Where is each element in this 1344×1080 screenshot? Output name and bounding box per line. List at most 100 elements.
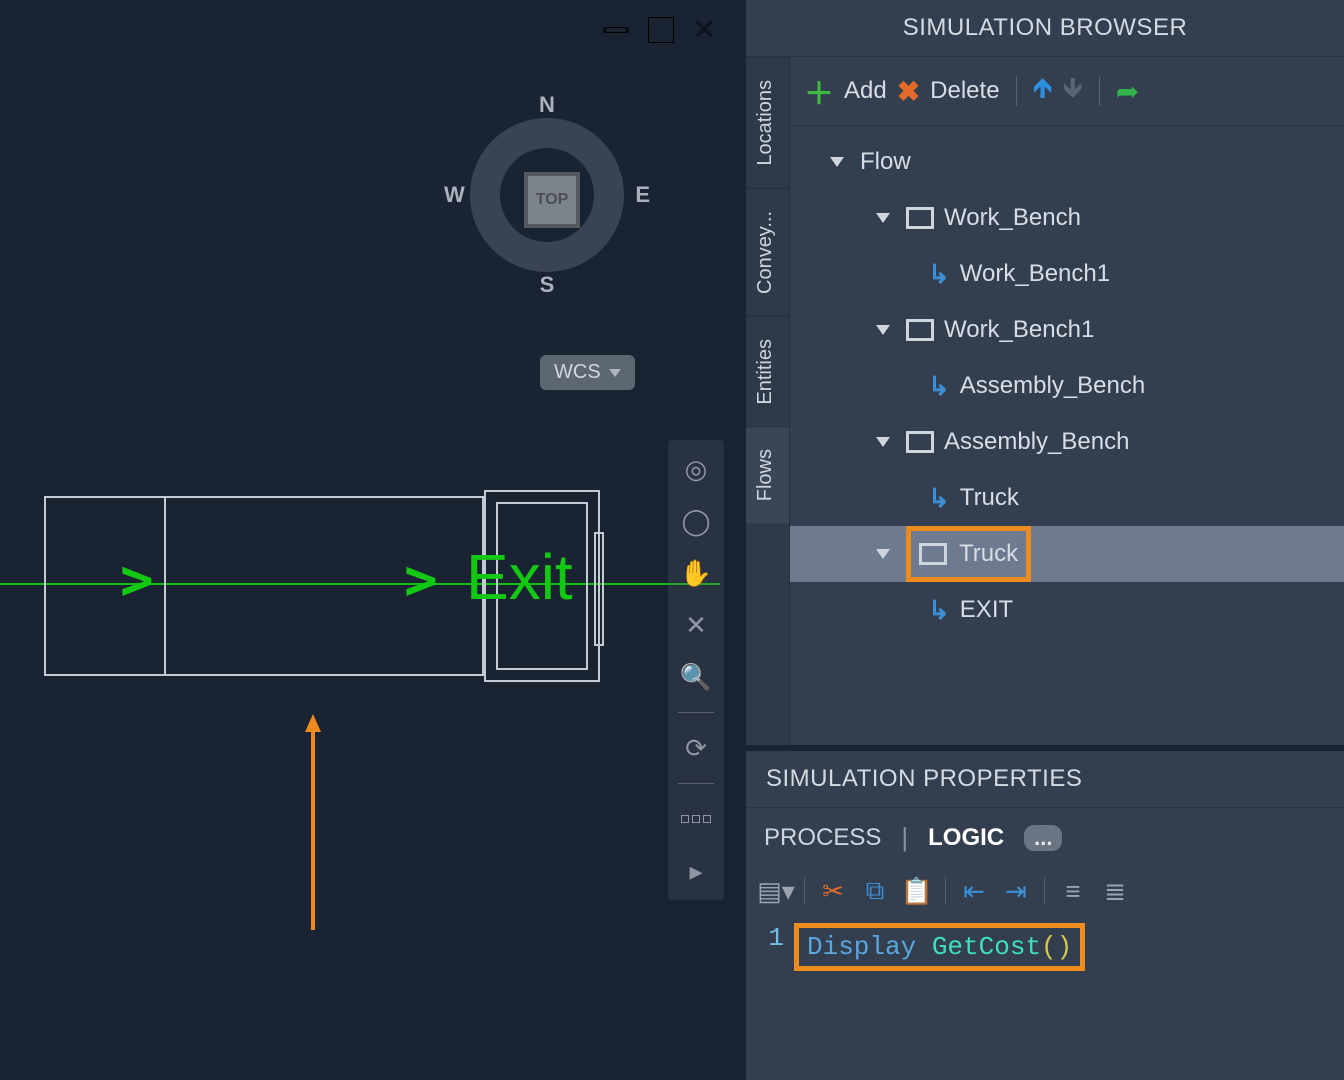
route-icon: ↳ <box>928 483 950 514</box>
tab-flows[interactable]: Flows <box>746 426 789 523</box>
align-right-icon[interactable]: ≣ <box>1101 877 1129 905</box>
compass-w[interactable]: W <box>444 182 465 208</box>
code-keyword: Display <box>807 932 916 962</box>
more-button[interactable]: ... <box>1024 825 1062 851</box>
snippets-icon[interactable]: ▤▾ <box>762 877 790 905</box>
add-button[interactable]: Add <box>844 77 887 105</box>
tree-label: Flow <box>860 148 911 176</box>
chevron-down-icon <box>609 369 621 377</box>
tab-locations[interactable]: Locations <box>746 57 789 188</box>
tree-sub-truck[interactable]: ↳ Truck <box>790 470 1344 526</box>
plus-icon: ＋ <box>804 69 834 113</box>
view-cube[interactable]: TOP N S W E <box>442 90 652 300</box>
view-top-button[interactable]: TOP <box>524 172 580 228</box>
delete-button[interactable]: Delete <box>930 77 999 105</box>
browser-toolbar: ＋ Add ✖ Delete 🡹 🡻 ➦ <box>790 57 1344 126</box>
tree-node-workbench[interactable]: Work_Bench <box>790 190 1344 246</box>
expander-icon[interactable] <box>830 157 844 167</box>
tree-label: Work_Bench <box>944 204 1081 232</box>
route-icon: ↳ <box>928 371 950 402</box>
pan-icon[interactable]: ✋ <box>677 554 715 592</box>
tree-label: EXIT <box>960 596 1013 624</box>
tree-label: Truck <box>960 484 1019 512</box>
right-panel: SIMULATION BROWSER Locations Convey... E… <box>744 0 1344 1080</box>
code-editor[interactable]: 1 Display GetCost() <box>746 915 1344 991</box>
editor-toolbar: ▤▾ ✂ ⧉ 📋 ⇤ ⇥ ≡ ≣ <box>746 867 1344 915</box>
orbit-constrained-icon[interactable]: ◎ <box>677 450 715 488</box>
paste-icon[interactable]: 📋 <box>903 877 931 905</box>
compass-e[interactable]: E <box>635 182 650 208</box>
compass-s[interactable]: S <box>540 272 555 298</box>
route-icon: ↳ <box>928 259 950 290</box>
tree-sub-exit[interactable]: ↳ EXIT <box>790 582 1344 638</box>
align-left-icon[interactable]: ≡ <box>1059 877 1087 905</box>
location-icon <box>919 543 947 565</box>
flow-tree[interactable]: Flow Work_Bench ↳ Work_Bench1 Work_Bench… <box>790 126 1344 745</box>
location-icon <box>906 207 934 229</box>
grid-icon[interactable] <box>677 800 715 838</box>
browser-content: ＋ Add ✖ Delete 🡹 🡻 ➦ Flow Work_Bench <box>790 57 1344 745</box>
line-number: 1 <box>760 923 784 971</box>
tree-sub-assembly[interactable]: ↳ Assembly_Bench <box>790 358 1344 414</box>
move-down-button[interactable]: 🡻 <box>1063 67 1083 115</box>
tab-entities[interactable]: Entities <box>746 316 789 427</box>
separator <box>804 877 805 905</box>
tree-label: Truck <box>959 540 1018 568</box>
indent-icon[interactable]: ⇥ <box>1002 877 1030 905</box>
properties-tabs: PROCESS | LOGIC ... <box>746 808 1344 867</box>
separator: | <box>901 822 908 853</box>
expander-icon[interactable] <box>876 549 890 559</box>
route-icon: ↳ <box>928 595 950 626</box>
separator <box>678 712 714 713</box>
outdent-icon[interactable]: ⇤ <box>960 877 988 905</box>
close-icon[interactable]: ✕ <box>693 20 716 40</box>
tab-process[interactable]: PROCESS <box>764 824 881 852</box>
tree-label: Assembly_Bench <box>960 372 1145 400</box>
wcs-dropdown[interactable]: WCS <box>540 355 635 390</box>
play-icon[interactable]: ▸ <box>677 852 715 890</box>
tree-label: Work_Bench1 <box>944 316 1094 344</box>
tab-conveyors[interactable]: Convey... <box>746 188 789 316</box>
tree-label: Assembly_Bench <box>944 428 1129 456</box>
location-icon <box>906 431 934 453</box>
code-function: GetCost <box>932 932 1041 962</box>
separator <box>1044 877 1045 905</box>
rotate-icon[interactable]: ⟳ <box>677 729 715 767</box>
separator <box>1099 76 1100 106</box>
tree-label: Work_Bench1 <box>960 260 1110 288</box>
orbit-free-icon[interactable]: ◯ <box>677 502 715 540</box>
nav-toolbar: ◎ ◯ ✋ ✕ 🔍 ⟳ ▸ <box>668 440 724 900</box>
properties-panel: SIMULATION PROPERTIES PROCESS | LOGIC ..… <box>746 745 1344 1080</box>
tree-sub-workbench1[interactable]: ↳ Work_Bench1 <box>790 246 1344 302</box>
truck-body-icon <box>44 496 484 676</box>
separator <box>678 783 714 784</box>
location-icon <box>906 319 934 341</box>
cut-icon[interactable]: ✂ <box>819 877 847 905</box>
tree-node-truck[interactable]: Truck <box>790 526 1344 582</box>
highlight-box: Display GetCost() <box>794 923 1085 971</box>
viewport[interactable]: ✕ TOP N S W E WCS > > Exit ◎ ◯ ✋ ✕ 🔍 ⟳ ▸ <box>0 0 744 1080</box>
maximize-icon[interactable] <box>649 18 673 42</box>
arrow-up-icon <box>311 730 315 930</box>
code-paren: () <box>1041 932 1072 962</box>
tree-node-assembly[interactable]: Assembly_Bench <box>790 414 1344 470</box>
minimize-icon[interactable] <box>603 27 629 33</box>
browser-title: SIMULATION BROWSER <box>746 0 1344 57</box>
expander-icon[interactable] <box>876 437 890 447</box>
copy-icon[interactable]: ⧉ <box>861 877 889 905</box>
wcs-label: WCS <box>554 361 601 384</box>
tree-node-workbench1[interactable]: Work_Bench1 <box>790 302 1344 358</box>
browser-vtabs: Locations Convey... Entities Flows <box>746 57 790 745</box>
zoom-icon[interactable]: 🔍 <box>677 658 715 696</box>
expander-icon[interactable] <box>876 325 890 335</box>
goto-button[interactable]: ➦ <box>1116 75 1139 108</box>
move-up-button[interactable]: 🡹 <box>1033 67 1053 115</box>
compass-n[interactable]: N <box>539 92 555 118</box>
x-icon: ✖ <box>897 75 920 108</box>
tab-logic[interactable]: LOGIC <box>928 824 1004 852</box>
properties-title: SIMULATION PROPERTIES <box>746 751 1344 808</box>
expander-icon[interactable] <box>876 213 890 223</box>
tree-node-flow[interactable]: Flow <box>790 134 1344 190</box>
separator <box>945 877 946 905</box>
zoom-extents-icon[interactable]: ✕ <box>677 606 715 644</box>
